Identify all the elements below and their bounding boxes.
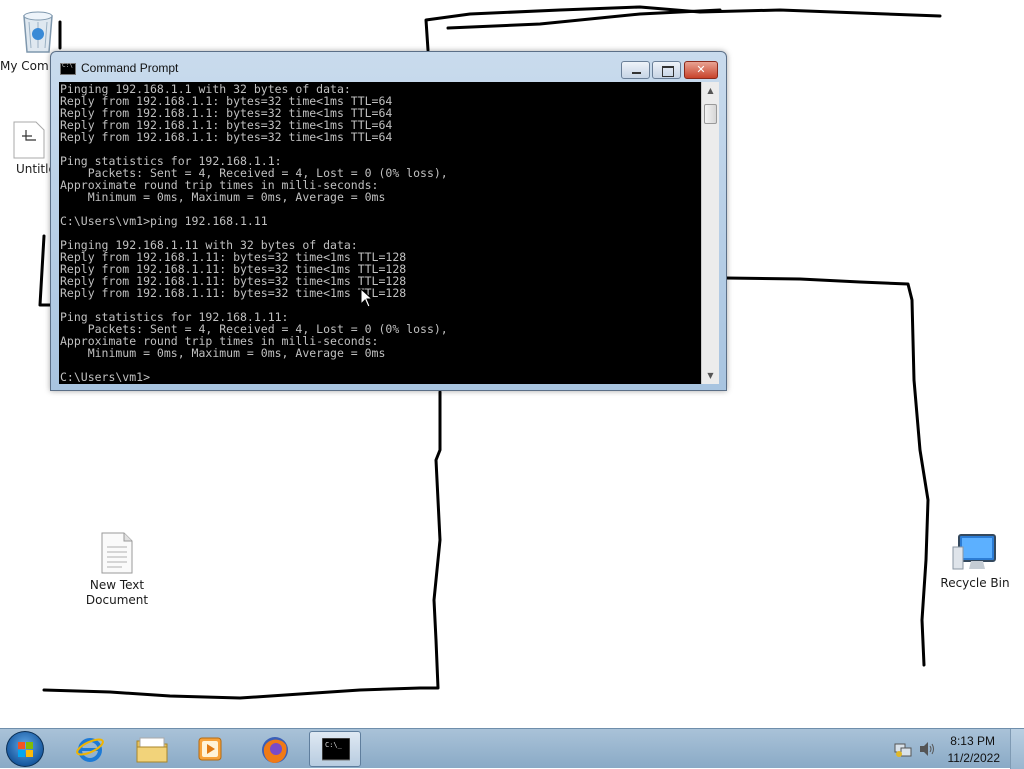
taskbar-item-command-prompt[interactable]: C:\_ <box>309 731 361 767</box>
taskbar-item-firefox[interactable] <box>248 731 300 767</box>
network-icon[interactable] <box>894 740 912 758</box>
console-area[interactable]: Pinging 192.168.1.1 with 32 bytes of dat… <box>59 82 719 384</box>
windows-logo-icon <box>18 742 33 757</box>
media-player-icon <box>198 737 222 761</box>
desktop-icon-new-text-document[interactable]: New Text Document <box>77 531 157 608</box>
document-icon <box>13 121 45 159</box>
desktop-icon-label: Recycle Bin <box>940 576 1010 590</box>
maximize-icon <box>653 62 680 78</box>
window-titlebar[interactable]: Command Prompt ✕ <box>51 52 726 82</box>
close-icon: ✕ <box>696 63 706 76</box>
svg-text:C:\_: C:\_ <box>325 741 343 749</box>
show-desktop-button[interactable] <box>1010 729 1024 769</box>
desktop-icon-my-computer[interactable]: My Com <box>0 8 78 73</box>
console-line: C:\Users\vm1>ping 192.168.1.11 <box>60 214 268 228</box>
console-output[interactable]: Pinging 192.168.1.1 with 32 bytes of dat… <box>60 83 700 383</box>
scroll-up-arrow-icon[interactable]: ▲ <box>702 82 719 99</box>
command-prompt-icon <box>60 62 76 75</box>
firefox-icon <box>262 737 288 763</box>
taskbar-item-file-explorer[interactable] <box>124 731 176 767</box>
scrollbar-thumb[interactable] <box>704 104 717 124</box>
taskbar: C:\_ 8:13 PM 11/2/2022 <box>0 728 1024 769</box>
file-explorer-icon <box>136 737 168 763</box>
mouse-pointer-icon <box>360 288 374 308</box>
system-tray: 8:13 PM 11/2/2022 <box>884 729 1024 769</box>
close-button[interactable]: ✕ <box>684 61 718 79</box>
internet-explorer-icon <box>76 738 104 762</box>
taskbar-item-internet-explorer[interactable] <box>64 731 116 767</box>
desktop-icon-label: My Com <box>0 59 49 73</box>
taskbar-item-media-player[interactable] <box>184 731 236 767</box>
window-title: Command Prompt <box>81 61 179 75</box>
volume-icon[interactable] <box>918 740 936 758</box>
console-line: Reply from 192.168.1.1: bytes=32 time<1m… <box>60 130 393 144</box>
command-prompt-icon: C:\_ <box>322 738 350 761</box>
recycle-bin-full-icon <box>23 11 53 53</box>
clock-time[interactable]: 8:13 PM <box>950 734 995 748</box>
scroll-down-arrow-icon[interactable]: ▼ <box>702 367 719 384</box>
text-file-icon <box>101 532 133 574</box>
clock-date[interactable]: 11/2/2022 <box>948 751 1001 765</box>
maximize-button[interactable] <box>652 61 681 79</box>
minimize-button[interactable] <box>621 61 650 79</box>
console-line: C:\Users\vm1> <box>60 370 151 384</box>
start-button[interactable] <box>6 731 44 767</box>
desktop-icon-recycle-bin[interactable]: Recycle Bin <box>935 531 1015 591</box>
desktop[interactable]: My Com Untitle New Text Document Recycle… <box>0 0 1024 728</box>
minimize-icon <box>622 62 649 78</box>
console-line: Reply from 192.168.1.11: bytes=32 time<1… <box>60 286 407 300</box>
desktop-icon-label: New Text Document <box>85 578 149 607</box>
vertical-scrollbar[interactable]: ▲ ▼ <box>701 82 719 384</box>
console-line: Minimum = 0ms, Maximum = 0ms, Average = … <box>60 190 386 204</box>
command-prompt-window[interactable]: Command Prompt ✕ Pinging 192.168.1.1 wit… <box>50 51 727 391</box>
computer-monitor-icon <box>952 534 996 570</box>
console-line: Minimum = 0ms, Maximum = 0ms, Average = … <box>60 346 386 360</box>
